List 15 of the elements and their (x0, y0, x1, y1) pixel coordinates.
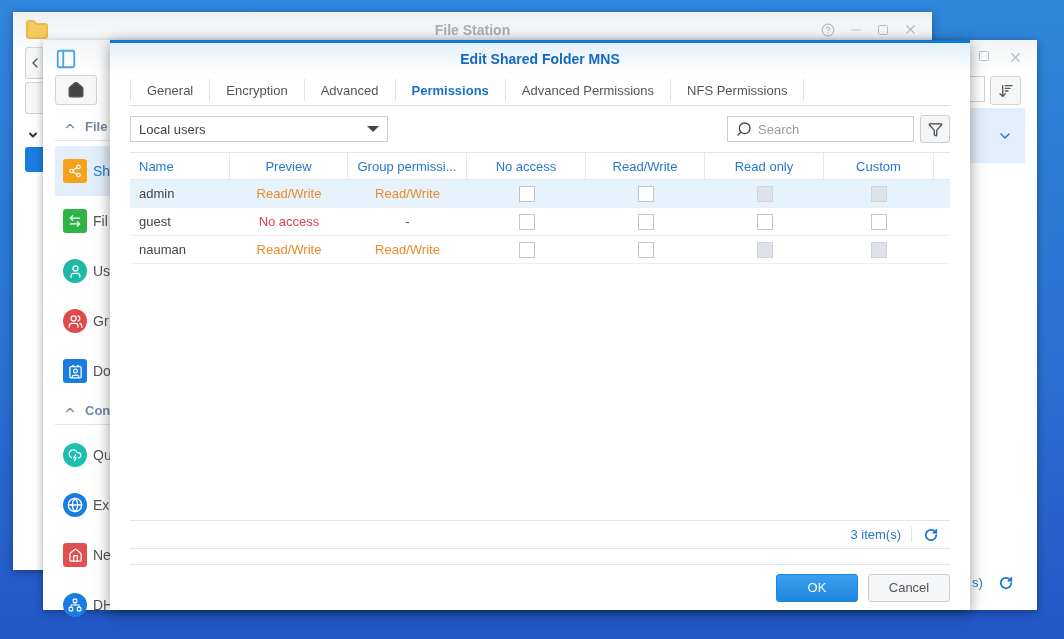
section-header: File (85, 118, 108, 134)
table-cell-text: - (404, 213, 411, 231)
table-cell-text: Read/Write (374, 185, 441, 203)
table-cell-text: Read/Write (255, 185, 323, 203)
table-cell-text: admin (138, 185, 176, 203)
status-text: s) (972, 575, 983, 590)
table-cell-text: nauman (138, 241, 187, 259)
item-count: 3 item(s) (850, 527, 912, 542)
table-cell-text: Read/Write (255, 241, 323, 259)
table-cell-text: No access (257, 213, 321, 231)
section-header: Con (85, 402, 111, 418)
table-cell-text: guest (138, 213, 172, 231)
table-cell-text: Read/Write (374, 241, 441, 259)
window-title: File Station (434, 21, 511, 38)
dialog-title: Edit Shared Folder MNS (460, 51, 620, 67)
